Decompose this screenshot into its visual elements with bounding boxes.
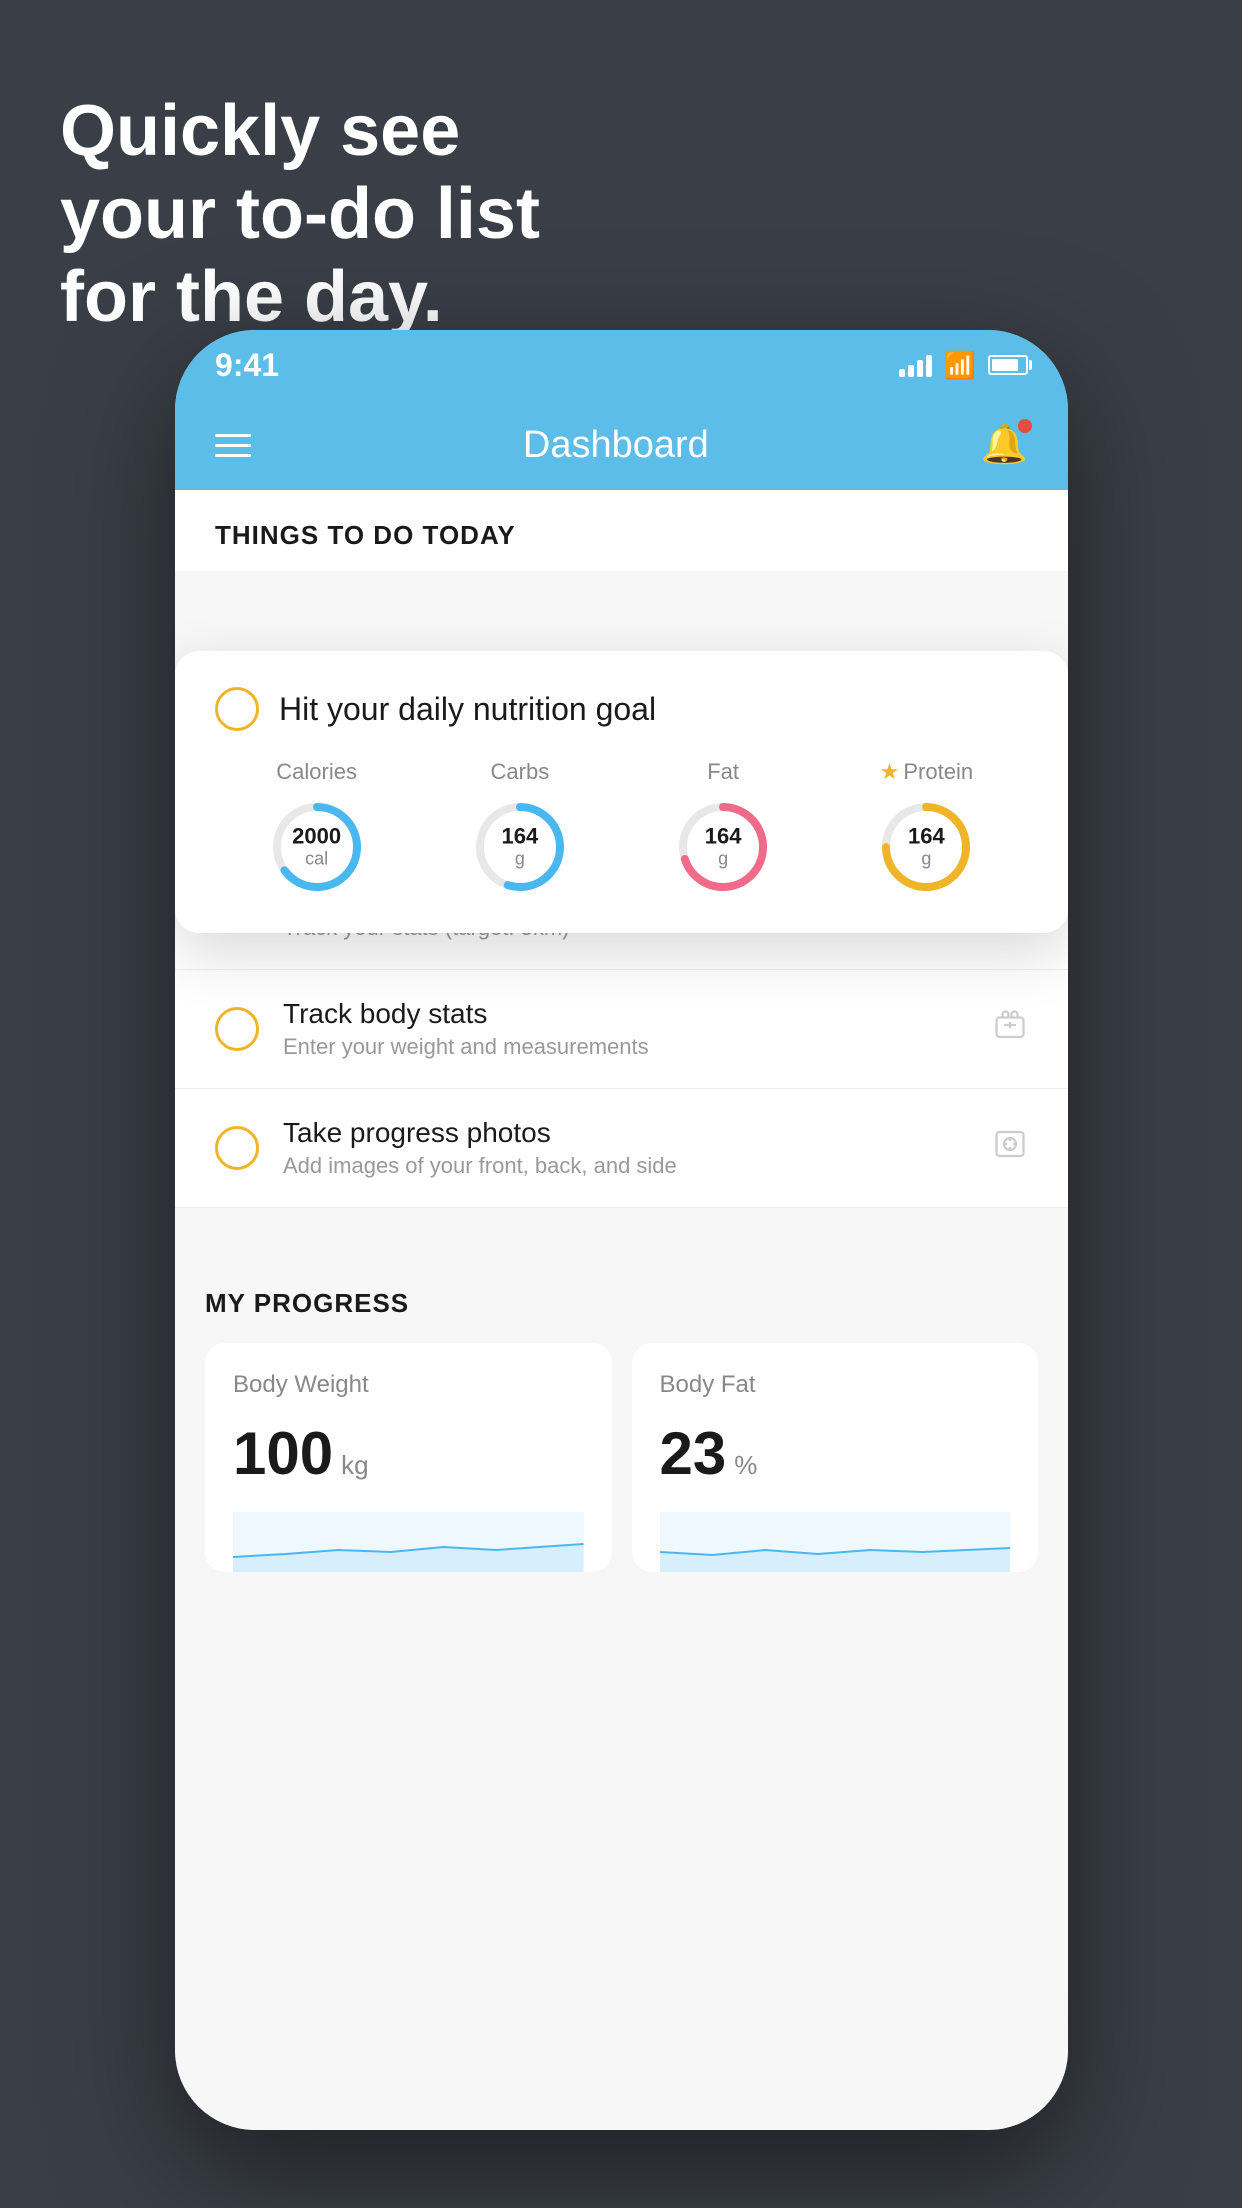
progress-section: MY PROGRESS Body Weight 100 kg (175, 1248, 1068, 1602)
nutrient-calories: Calories 2000 cal (267, 759, 367, 897)
notification-bell-button[interactable]: 🔔 (981, 423, 1028, 467)
nutrition-card-title-row: Hit your daily nutrition goal (215, 687, 1028, 731)
calories-value: 2000 (292, 824, 341, 848)
progress-title: MY PROGRESS (205, 1288, 1038, 1319)
headline: Quickly see your to-do list for the day. (60, 90, 540, 338)
body-weight-value: 100 (233, 1419, 333, 1488)
wifi-icon: 📶 (944, 350, 976, 381)
protein-donut: 164 g (876, 797, 976, 897)
nutrient-fat: Fat 164 g (673, 759, 773, 897)
body-fat-value: 23 (660, 1419, 727, 1488)
carbs-donut: 164 g (470, 797, 570, 897)
body-stats-check-circle (215, 1007, 259, 1051)
calories-label: Calories (276, 759, 357, 785)
protein-label: Protein (903, 759, 973, 785)
protein-unit: g (921, 849, 931, 869)
nutrition-card: Hit your daily nutrition goal Calories (175, 651, 1068, 933)
fat-donut: 164 g (673, 797, 773, 897)
fat-value: 164 (705, 824, 742, 848)
todo-item-body-stats[interactable]: Track body stats Enter your weight and m… (175, 970, 1068, 1089)
status-icons: 📶 (899, 350, 1028, 381)
photos-check-circle (215, 1126, 259, 1170)
body-weight-card-title: Body Weight (233, 1371, 584, 1399)
carbs-value: 164 (502, 824, 539, 848)
body-weight-card: Body Weight 100 kg (205, 1343, 612, 1572)
calories-unit: cal (305, 849, 328, 869)
nav-bar: Dashboard 🔔 (175, 400, 1068, 490)
fat-unit: g (718, 849, 728, 869)
fat-label: Fat (707, 759, 739, 785)
nav-title: Dashboard (523, 424, 709, 467)
body-weight-unit: kg (341, 1450, 368, 1481)
nutrition-check-circle[interactable] (215, 687, 259, 731)
photos-label: Take progress photos (283, 1117, 968, 1149)
calories-donut: 2000 cal (267, 797, 367, 897)
body-stats-sublabel: Enter your weight and measurements (283, 1034, 968, 1060)
photos-sublabel: Add images of your front, back, and side (283, 1153, 968, 1179)
headline-line3: for the day. (60, 256, 540, 339)
body-fat-chart (660, 1512, 1011, 1572)
nutrient-protein: ★ Protein 164 g (876, 759, 976, 897)
progress-cards: Body Weight 100 kg Body Fat (205, 1343, 1038, 1572)
todo-item-photos[interactable]: Take progress photos Add images of your … (175, 1089, 1068, 1208)
body-fat-card: Body Fat 23 % (632, 1343, 1039, 1572)
protein-label-row: ★ Protein (880, 759, 973, 785)
headline-line1: Quickly see (60, 90, 540, 173)
phone-shell: 9:41 📶 Dashboard 🔔 THINGS TO (175, 330, 1068, 2130)
body-weight-chart (233, 1512, 584, 1572)
star-icon: ★ (880, 759, 900, 785)
status-time: 9:41 (215, 347, 279, 384)
nutrient-carbs: Carbs 164 g (470, 759, 570, 897)
protein-value: 164 (908, 824, 945, 848)
main-content: THINGS TO DO TODAY Hit your daily nutrit… (175, 490, 1068, 2130)
nutrition-circles: Calories 2000 cal (215, 759, 1028, 897)
battery-icon (988, 355, 1028, 375)
body-stats-label: Track body stats (283, 998, 968, 1030)
signal-icon (899, 353, 932, 377)
status-bar: 9:41 📶 (175, 330, 1068, 400)
body-weight-value-row: 100 kg (233, 1419, 584, 1488)
carbs-label: Carbs (491, 759, 550, 785)
photos-icon (992, 1126, 1028, 1170)
things-to-do-title: THINGS TO DO TODAY (215, 520, 1028, 551)
body-fat-value-row: 23 % (660, 1419, 1011, 1488)
body-stats-icon (992, 1007, 1028, 1051)
carbs-unit: g (515, 849, 525, 869)
body-stats-text: Track body stats Enter your weight and m… (283, 998, 968, 1060)
photos-text: Take progress photos Add images of your … (283, 1117, 968, 1179)
body-fat-unit: % (734, 1450, 757, 1481)
headline-line2: your to-do list (60, 173, 540, 256)
things-to-do-header: THINGS TO DO TODAY (175, 490, 1068, 571)
nutrition-label: Hit your daily nutrition goal (279, 691, 656, 728)
menu-button[interactable] (215, 434, 251, 457)
notification-dot (1018, 419, 1032, 433)
body-fat-card-title: Body Fat (660, 1371, 1011, 1399)
